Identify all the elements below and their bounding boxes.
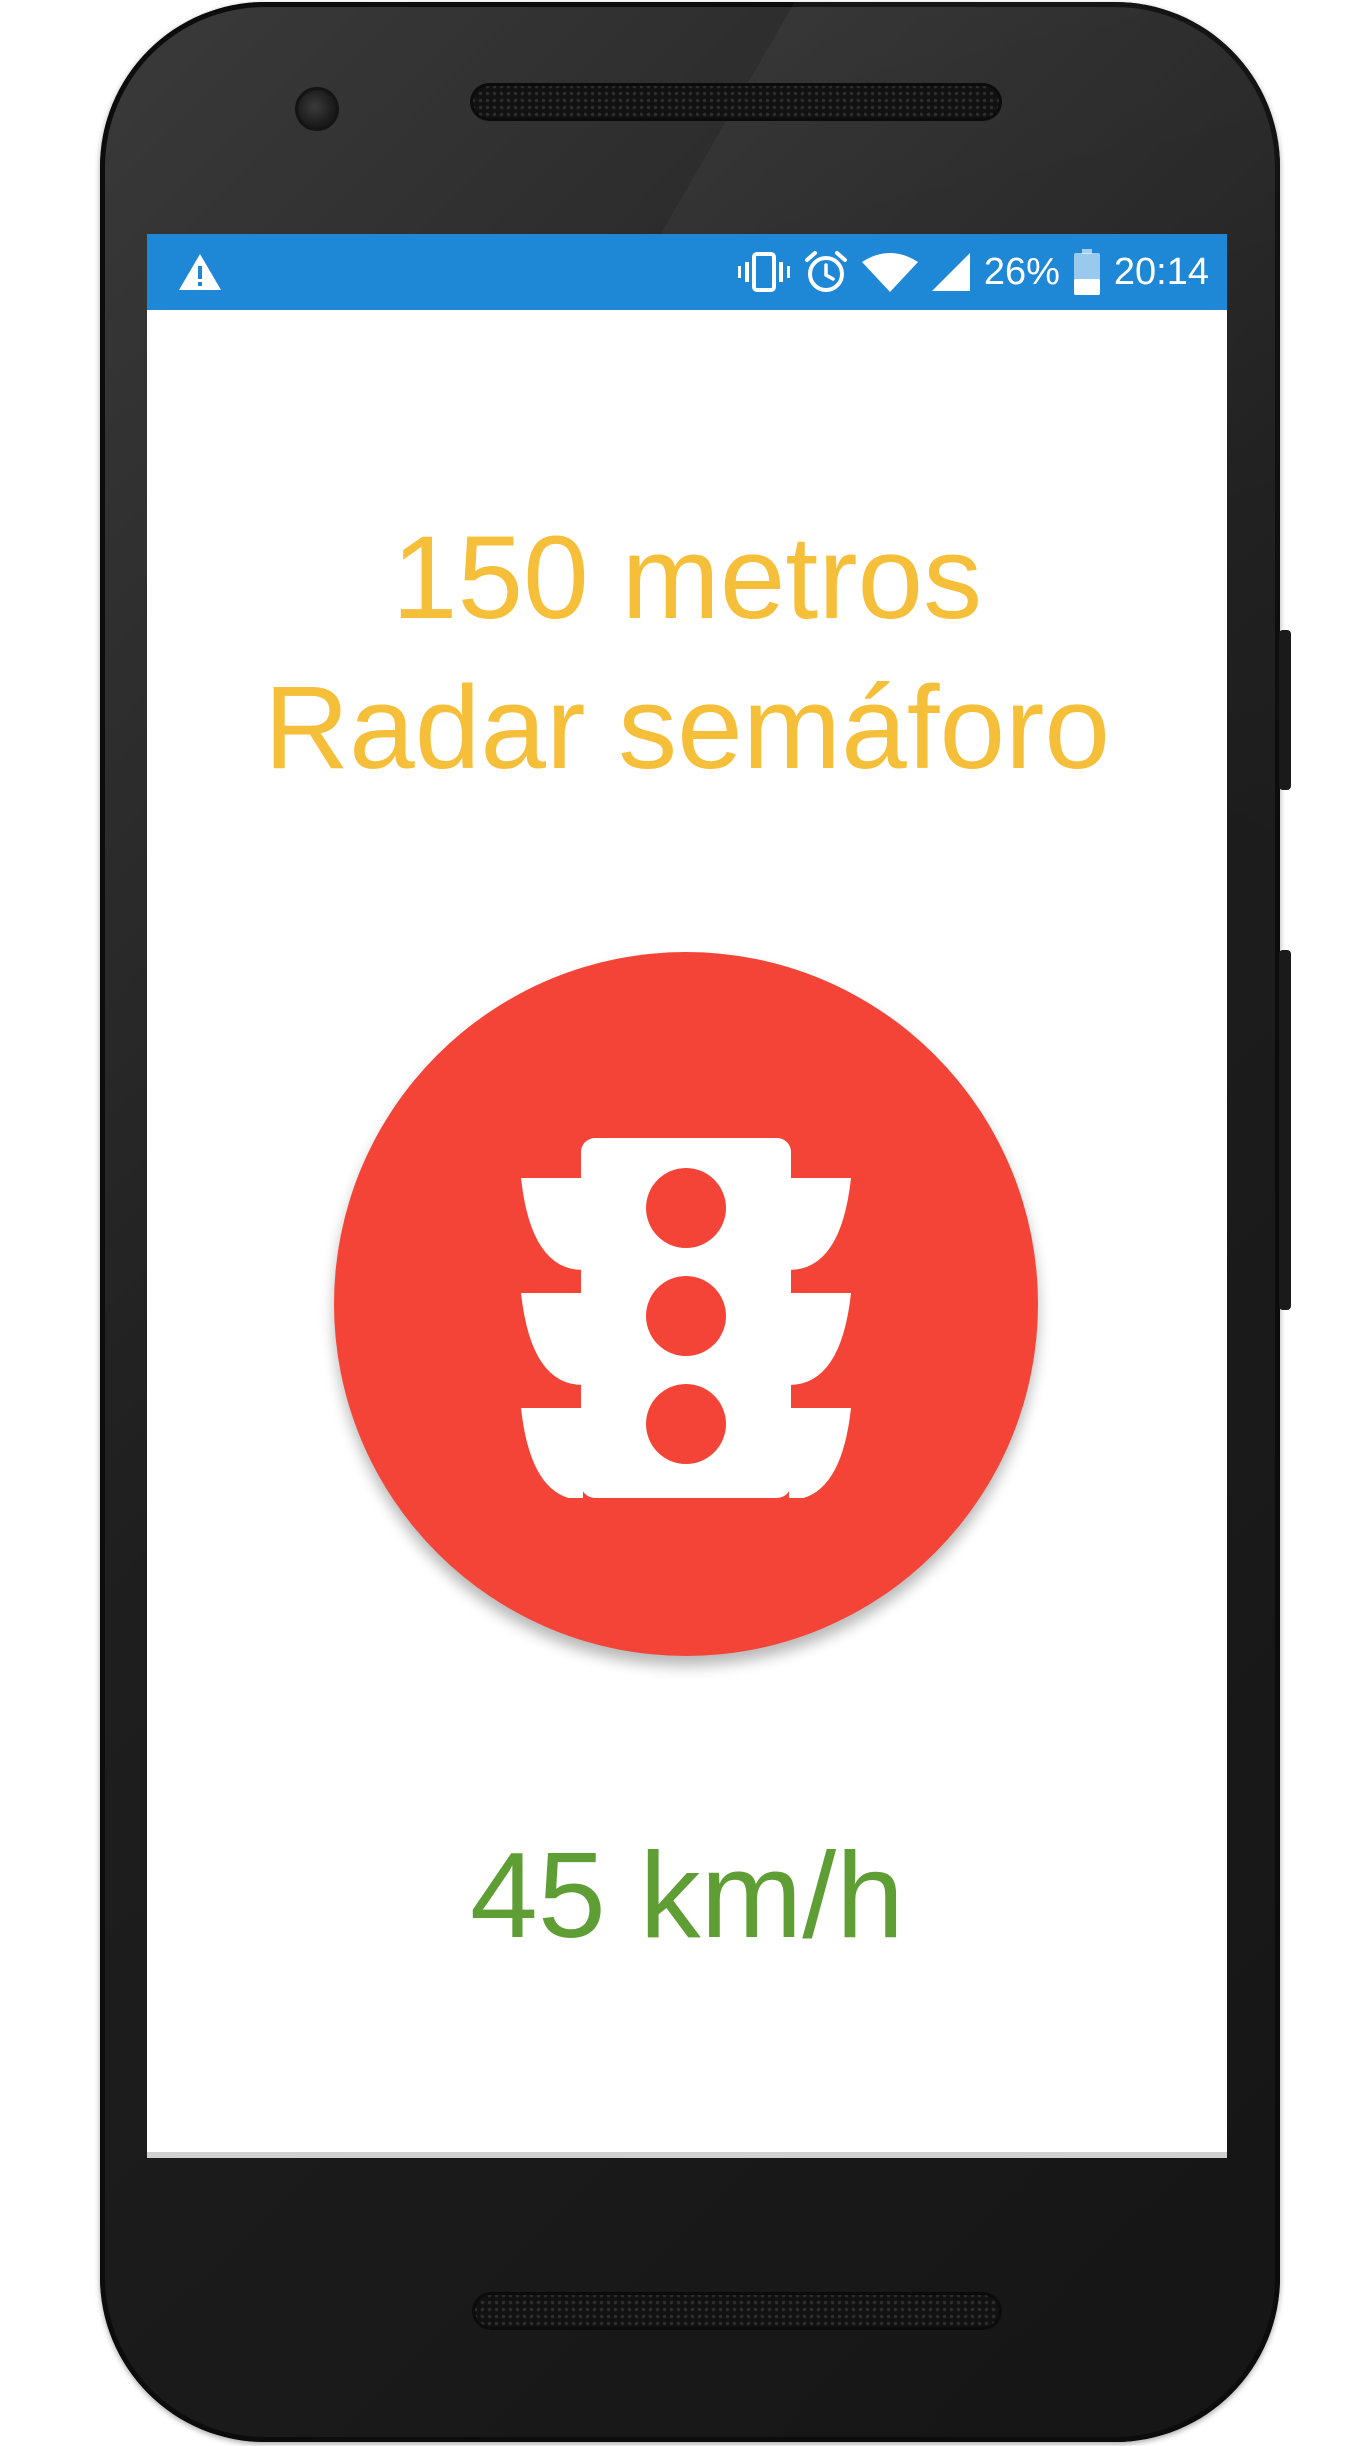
- status-bar: 26% 20:14: [147, 234, 1227, 310]
- status-icons: 26% 20:14: [737, 234, 1209, 310]
- phone-screen: 26% 20:14 150 metros Radar semáforo 45 k…: [147, 234, 1227, 2158]
- power-button: [1279, 630, 1291, 790]
- alert-indicator-circle: [334, 952, 1038, 1656]
- clock-time: 20:14: [1113, 251, 1209, 293]
- speed-limit: 45 km/h: [470, 1827, 904, 1963]
- signal-icon: [931, 253, 970, 291]
- front-camera: [295, 87, 339, 131]
- traffic-light-icon: [521, 1138, 851, 1498]
- top-speaker-grille: [470, 83, 1002, 121]
- vibrate-icon: [737, 252, 790, 292]
- alert-distance: 150 metros: [391, 512, 983, 644]
- battery-icon: [1073, 249, 1100, 295]
- phone-frame: 26% 20:14 150 metros Radar semáforo 45 k…: [100, 2, 1280, 2442]
- battery-percent: 26%: [983, 251, 1060, 293]
- screen-bottom-edge: [147, 2152, 1227, 2158]
- volume-button: [1279, 950, 1291, 1310]
- alert-type: Radar semáforo: [263, 662, 1111, 794]
- alarm-icon: [804, 251, 847, 292]
- warning-icon: [179, 254, 221, 290]
- wifi-icon: [861, 253, 918, 292]
- bottom-speaker-grille: [472, 2292, 1002, 2330]
